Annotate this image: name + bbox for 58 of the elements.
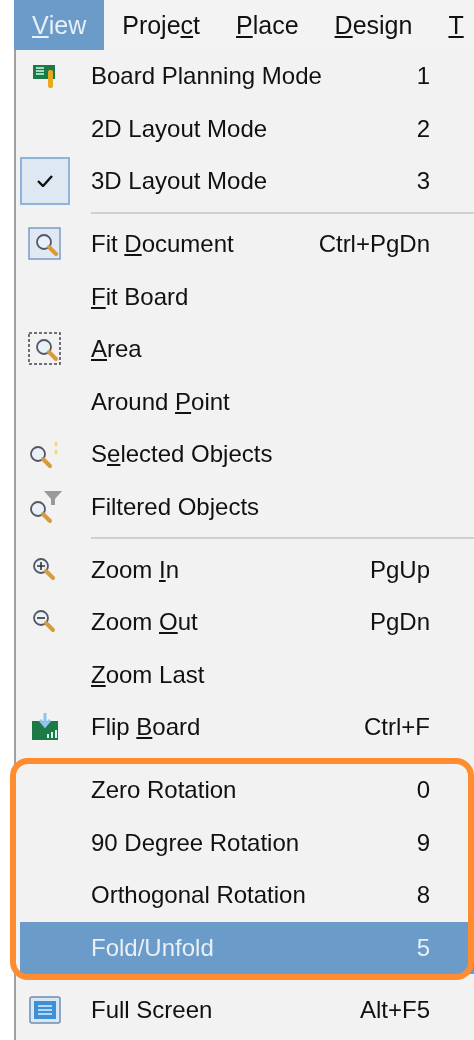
shortcut-text: 1 — [415, 62, 431, 91]
menu-item-label: Zoom Last — [91, 660, 206, 689]
menu-item-label: Area — [91, 335, 143, 364]
circuit-board-arrow-icon — [30, 712, 60, 743]
menu-item[interactable]: Selected Objects — [20, 428, 474, 481]
menu-item-label: Zoom In — [91, 555, 181, 584]
shortcut-text: Ctrl+F — [363, 713, 431, 742]
menu-item-label: Selected Objects — [91, 440, 274, 469]
menu-item[interactable]: Full Screen Alt+F5 — [20, 984, 474, 1037]
menu-item-label: Board Planning Mode — [91, 62, 322, 91]
menu-item[interactable]: Flip Board Ctrl+F — [20, 701, 474, 754]
menu-item-label: 2D Layout Mode — [91, 114, 269, 143]
menu-item[interactable]: Area — [20, 322, 474, 376]
menu-item[interactable]: Zoom Last — [20, 648, 474, 702]
menu-item[interactable]: Board Planning Mode 1 — [20, 50, 474, 103]
menu-item-label: 3D Layout Mode — [91, 167, 269, 196]
magnifier-dashed-frame-icon — [28, 332, 62, 367]
menu-item-label: Fit Document — [91, 230, 235, 259]
menu-item-label: Zero Rotation — [91, 776, 238, 804]
menu-item[interactable]: 3D Layout Mode 3 — [20, 155, 474, 208]
menu-item[interactable]: Orthogonal Rotation 8 — [20, 868, 474, 922]
menu-item-label: Fit Board — [91, 282, 190, 311]
menu-item-label: Around Point — [91, 387, 231, 416]
menu-item-label: Full Screen — [91, 996, 214, 1025]
menu-item[interactable]: 2D Layout Mode 2 — [20, 102, 474, 156]
window-icon — [29, 996, 61, 1025]
menu-item-label: Fold/Unfold — [91, 933, 215, 962]
shortcut-text: 3 — [415, 167, 431, 196]
menu-bar-item[interactable]: Project — [104, 0, 219, 50]
shortcut-text: 0 — [415, 776, 431, 804]
shortcut-text: 2 — [415, 114, 431, 143]
menu-item-label: 90 Degree Rotation — [91, 828, 300, 857]
menu-bar-item[interactable]: Place — [218, 0, 317, 50]
menu-item[interactable]: Around Point — [20, 375, 474, 429]
circuit-board-screwdriver-icon — [32, 62, 58, 91]
menu-item[interactable]: Filtered Objects — [20, 480, 474, 534]
menu-item-label: Flip Board — [91, 713, 202, 742]
menu-item-label: Filtered Objects — [91, 493, 261, 522]
menu-item[interactable]: Zoom In PgUp — [20, 543, 474, 596]
menu-item[interactable]: 90 Degree Rotation 9 — [20, 816, 474, 869]
menu-bar-item[interactable]: T — [430, 0, 474, 50]
magnifier-page-icon — [28, 227, 62, 262]
menu-item-label: Orthogonal Rotation — [91, 881, 306, 910]
shortcut-text: 5 — [415, 933, 431, 962]
shortcut-text: 8 — [415, 881, 431, 910]
shortcut-text: PgUp — [368, 555, 431, 584]
shortcut-text: Alt+F5 — [358, 996, 431, 1025]
menu-item[interactable]: Zoom Out PgDn — [20, 595, 474, 649]
menu-bar-item[interactable]: Design — [316, 0, 431, 50]
menu-item[interactable]: Zero Rotation 0 — [20, 763, 474, 817]
menu-item[interactable]: Fit Board — [20, 270, 474, 323]
shortcut-text: Ctrl+PgDn — [317, 230, 431, 259]
checkmark-icon — [37, 175, 53, 188]
shortcut-text: PgDn — [368, 608, 431, 637]
shortcut-text: 9 — [415, 828, 431, 857]
menu-item[interactable]: Fit Document Ctrl+PgDn — [20, 217, 474, 271]
magnifier-funnel-icon — [27, 490, 63, 525]
menu-item-label: Zoom Out — [91, 608, 199, 637]
